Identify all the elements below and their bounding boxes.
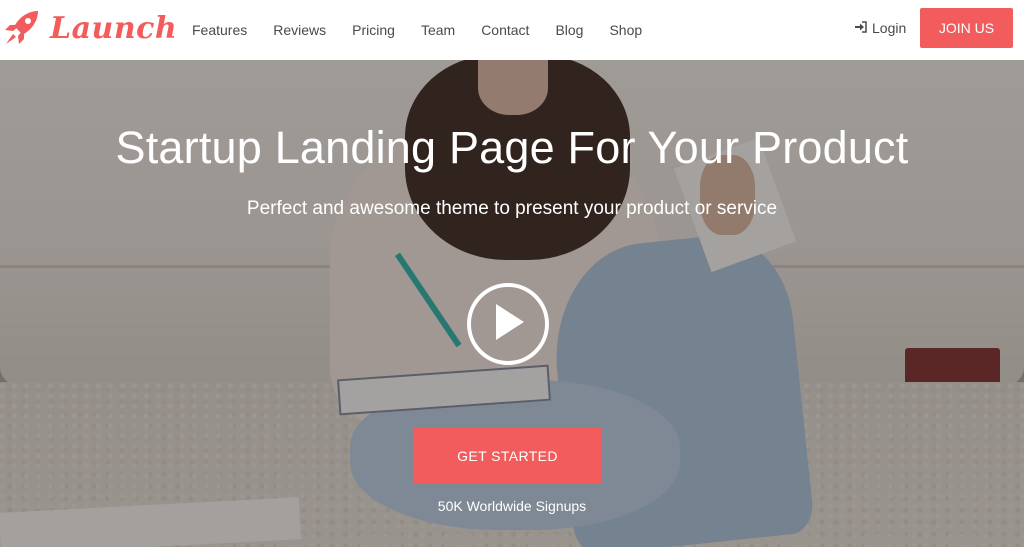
main-nav: Features Reviews Pricing Team Contact Bl… [179, 0, 655, 60]
login-label: Login [872, 20, 907, 36]
rocket-icon [2, 8, 42, 48]
join-us-button[interactable]: JOIN US [920, 8, 1013, 48]
nav-item-pricing[interactable]: Pricing [339, 22, 408, 38]
hero-subtitle: Perfect and awesome theme to present you… [246, 198, 778, 219]
nav-item-reviews[interactable]: Reviews [260, 22, 339, 38]
nav-item-features[interactable]: Features [179, 22, 260, 38]
hero-section: Startup Landing Page For Your Product Pe… [0, 0, 1024, 547]
nav-item-shop[interactable]: Shop [596, 22, 655, 38]
nav-item-team[interactable]: Team [408, 22, 468, 38]
get-started-button[interactable]: GET STARTED [414, 428, 601, 483]
nav-item-blog[interactable]: Blog [542, 22, 596, 38]
hero-title: Startup Landing Page For Your Product [115, 122, 909, 173]
play-icon [490, 302, 526, 347]
play-video-button[interactable] [467, 283, 549, 365]
sign-in-icon [855, 20, 872, 36]
login-link[interactable]: Login [855, 20, 906, 36]
site-header: Launch Features Reviews Pricing Team Con… [0, 0, 1024, 60]
nav-item-contact[interactable]: Contact [468, 22, 542, 38]
brand-name: Launch [50, 10, 178, 46]
signups-count: 50K Worldwide Signups [437, 498, 587, 514]
brand-logo[interactable]: Launch [2, 8, 177, 48]
